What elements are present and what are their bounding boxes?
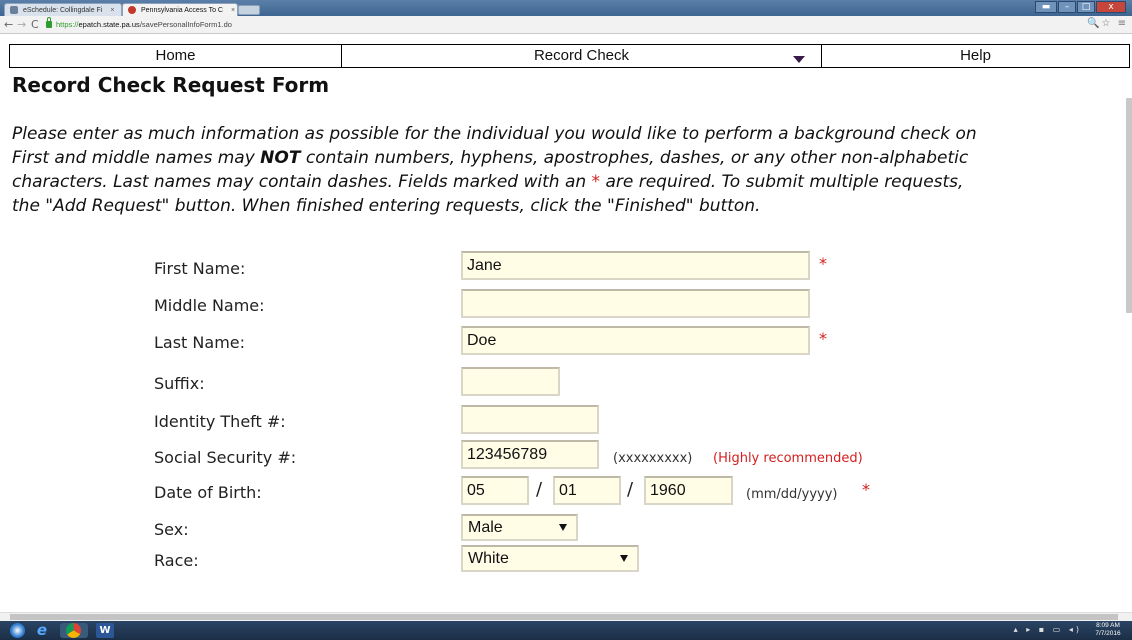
date-separator: / [536, 479, 543, 500]
instructions-line-4: the "Add Request" button. When finished … [12, 196, 761, 216]
date-separator: / [627, 479, 634, 500]
browser-toolbar: ← → C https://epatch.state.pa.us/savePer… [0, 16, 1132, 34]
clock-time: 8:09 AM [1096, 622, 1120, 629]
dob-year-field[interactable]: 1960 [644, 476, 733, 505]
word-icon[interactable]: W [96, 623, 114, 638]
first-name-field[interactable]: Jane [461, 251, 810, 280]
nav-record-check[interactable]: Record Check [342, 45, 822, 67]
chrome-icon[interactable] [60, 623, 88, 638]
sex-select[interactable]: Male [461, 514, 578, 541]
minimize-button[interactable]: – [1058, 1, 1076, 13]
toolbar-menu-icons[interactable]: 🔍☆ ≡ [1087, 18, 1128, 29]
seal-icon [128, 6, 136, 14]
race-select[interactable]: White [461, 545, 639, 572]
required-asterisk: * [819, 254, 827, 273]
profile-button[interactable]: ▬ [1035, 1, 1057, 13]
site-navigation: Home Record Check Help [9, 44, 1130, 68]
url-path: /savePersonalInfoForm1.do [139, 20, 232, 29]
tab-pennsylvania-access[interactable]: Pennsylvania Access To C × [122, 3, 238, 16]
last-name-label: Last Name: [154, 333, 246, 352]
instructions-text-part: contain numbers, hyphens, apostrophes, d… [300, 148, 969, 168]
internet-explorer-icon[interactable]: e [34, 623, 50, 638]
close-tab-icon[interactable]: × [231, 7, 235, 14]
instructions-line-1: Please enter as much information as poss… [12, 124, 977, 144]
middle-name-field[interactable] [461, 289, 810, 318]
browser-title-bar: eSchedule: Collingdale Fi × Pennsylvania… [0, 0, 1132, 16]
ssn-label: Social Security #: [154, 448, 297, 467]
chrome-logo [66, 623, 81, 638]
instructions-text-part: characters. Last names may contain dashe… [12, 172, 592, 192]
nav-record-check-label: Record Check [533, 47, 630, 64]
ssn-recommend-hint: (Highly recommended) [713, 451, 863, 466]
dob-day-field[interactable]: 01 [553, 476, 621, 505]
instructions-line-2: First and middle names may NOT contain n… [12, 146, 1132, 170]
chevron-down-icon [620, 555, 628, 562]
maximize-button[interactable]: □ [1077, 1, 1095, 13]
address-bar[interactable]: https://epatch.state.pa.us/savePersonalI… [56, 19, 232, 31]
page-title: Record Check Request Form [12, 73, 330, 97]
close-tab-icon[interactable]: × [110, 7, 114, 14]
suffix-field[interactable] [461, 367, 560, 396]
vertical-scrollbar[interactable] [1126, 98, 1132, 313]
tab-label: Pennsylvania Access To C [141, 7, 223, 14]
new-tab-button[interactable] [238, 5, 260, 15]
ssn-format-hint: (xxxxxxxxx) [613, 451, 693, 466]
nav-home[interactable]: Home [10, 45, 342, 67]
dropdown-arrow-icon[interactable] [793, 56, 805, 63]
dob-month-field[interactable]: 05 [461, 476, 529, 505]
forward-arrow-icon[interactable]: → [17, 18, 26, 32]
lock-icon [46, 17, 52, 28]
instructions-line-3: characters. Last names may contain dashe… [12, 170, 1132, 194]
emphasis-not: NOT [260, 148, 301, 168]
taskbar-clock[interactable]: 8:09 AM 7/7/2016 [1090, 622, 1126, 638]
reload-icon[interactable]: C [31, 18, 39, 32]
tab-eschedule[interactable]: eSchedule: Collingdale Fi × [4, 3, 122, 16]
tab-label: eSchedule: Collingdale Fi [23, 7, 103, 14]
nav-help[interactable]: Help [822, 45, 1129, 67]
clock-date: 7/7/2016 [1095, 630, 1121, 637]
chevron-down-icon [559, 524, 567, 531]
windows-taskbar: e W ▴ ▸ ▪ ▭ ◂) 8:09 AM 7/7/2016 [0, 621, 1132, 640]
url-domain: epatch.state.pa.us [78, 20, 140, 29]
sex-label: Sex: [154, 520, 189, 539]
close-window-button[interactable]: x [1096, 1, 1126, 13]
url-scheme: https:// [56, 20, 79, 29]
calendar-icon [10, 6, 18, 14]
horizontal-scrollbar[interactable] [0, 612, 1132, 621]
last-name-field[interactable]: Doe [461, 326, 810, 355]
ssn-field[interactable]: 123456789 [461, 440, 599, 469]
race-label: Race: [154, 551, 199, 570]
middle-name-label: Middle Name: [154, 296, 265, 315]
instructions-text-part: First and middle names may [12, 148, 261, 168]
required-asterisk: * [819, 329, 827, 348]
horizontal-scroll-thumb[interactable] [10, 614, 1118, 620]
dob-label: Date of Birth: [154, 483, 262, 502]
instructions-text: Please enter as much information as poss… [12, 122, 1132, 218]
system-tray-icons[interactable]: ▴ ▸ ▪ ▭ ◂) [1014, 625, 1082, 634]
start-button-icon[interactable] [10, 623, 25, 638]
instructions-text-part: are required. To submit multiple request… [600, 172, 964, 192]
identity-theft-label: Identity Theft #: [154, 412, 286, 431]
dob-format-hint: (mm/dd/yyyy) [746, 487, 838, 502]
race-selected-value: White [468, 550, 509, 567]
identity-theft-field[interactable] [461, 405, 599, 434]
required-asterisk: * [862, 480, 870, 499]
suffix-label: Suffix: [154, 374, 205, 393]
first-name-label: First Name: [154, 259, 246, 278]
window-controls: ▬ – □ x [1035, 1, 1126, 13]
required-asterisk: * [591, 172, 601, 192]
sex-selected-value: Male [468, 519, 503, 536]
back-arrow-icon[interactable]: ← [4, 18, 13, 32]
